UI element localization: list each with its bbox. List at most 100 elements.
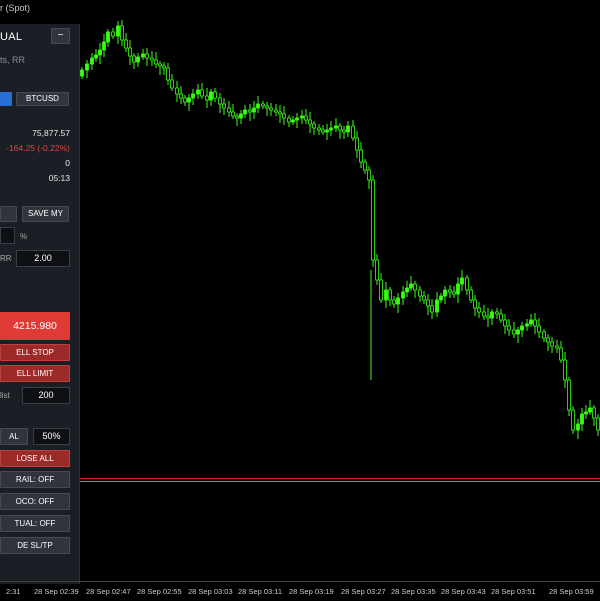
candle-body — [282, 113, 286, 119]
candle-body — [325, 129, 329, 133]
time-axis-label: 28 Sep 02:39 — [34, 587, 79, 596]
candle-body — [405, 287, 409, 293]
candle-body — [388, 289, 392, 301]
time-axis-label: 28 Sep 03:43 — [441, 587, 486, 596]
candle-body — [213, 91, 217, 99]
minimize-button[interactable]: − — [51, 28, 70, 44]
candle-body — [351, 125, 355, 139]
sell-button[interactable]: 4215.980 — [0, 312, 70, 340]
candle-body — [269, 107, 273, 111]
candle-body — [443, 289, 447, 297]
candle-body — [473, 299, 477, 309]
candle-body — [106, 31, 110, 43]
candle-body — [116, 25, 120, 37]
candle-body — [162, 65, 166, 69]
candle-body — [439, 295, 443, 301]
trailing-toggle[interactable]: RAIL: OFF — [0, 471, 70, 488]
candle-body — [278, 111, 282, 115]
candle-body — [308, 119, 312, 125]
candle-body — [359, 149, 363, 163]
candle-body — [482, 311, 486, 317]
price-value: 75,877.57 — [32, 128, 70, 138]
candle-body — [355, 137, 359, 151]
candle-body — [363, 161, 367, 171]
candle-body — [592, 407, 596, 419]
candle-body — [196, 89, 200, 95]
candle-body — [179, 93, 183, 99]
risk-input[interactable] — [0, 227, 15, 244]
time-value: 05:13 — [48, 173, 70, 183]
candle-body — [205, 95, 209, 101]
candle-body — [555, 345, 559, 349]
partial-close-button[interactable]: AL — [0, 428, 28, 445]
time-axis-label: 28 Sep 03:11 — [238, 587, 283, 596]
candle-body — [525, 323, 529, 327]
candle-body — [261, 103, 265, 107]
candle-body — [379, 279, 383, 301]
candle-body — [435, 299, 439, 313]
candle-body — [546, 337, 550, 343]
candle-body — [537, 325, 541, 333]
candle-body — [265, 105, 269, 109]
candle-body — [580, 413, 584, 425]
candle-body — [396, 297, 400, 305]
time-axis-label: 28 Sep 02:47 — [86, 587, 131, 596]
candle-body — [120, 25, 124, 41]
rr-input[interactable]: 2.00 — [16, 250, 70, 267]
candle-body — [520, 325, 524, 331]
candle-body — [252, 107, 256, 113]
distance-input[interactable]: 200 — [22, 387, 70, 404]
candle-body — [317, 127, 321, 131]
candle-body — [291, 119, 295, 123]
sell-limit-button[interactable]: ELL LIMIT — [0, 365, 70, 382]
candle-body — [98, 49, 102, 56]
candle-body — [499, 313, 503, 321]
candle-body — [248, 109, 252, 113]
sell-stop-button[interactable]: ELL STOP — [0, 344, 70, 361]
panel-title: UAL — [0, 31, 23, 43]
candle-body — [85, 63, 89, 71]
candle-body — [175, 87, 179, 95]
candle-body — [150, 57, 154, 61]
candle-body — [287, 117, 291, 123]
candle-body — [409, 283, 413, 289]
candle-body — [550, 341, 554, 347]
candle-body — [456, 283, 460, 295]
candle-body — [111, 31, 115, 37]
time-axis-label: 28 Sep 03:19 — [289, 587, 334, 596]
candle-body — [576, 423, 580, 431]
time-axis-label: 28 Sep 03:35 — [391, 587, 436, 596]
candle-body — [256, 103, 260, 109]
candle-body — [102, 41, 106, 51]
save-button[interactable]: SAVE MY — [22, 206, 69, 222]
candle-body — [235, 115, 239, 119]
time-axis-label: 28 Sep 03:03 — [188, 587, 233, 596]
blue-tab-button[interactable] — [0, 92, 12, 106]
candle-body — [187, 97, 191, 103]
candle-body — [346, 125, 350, 133]
hide-sltp-button[interactable]: DE SL/TP — [0, 537, 70, 554]
oco-toggle[interactable]: OCO: OFF — [0, 493, 70, 510]
candle-body — [422, 295, 426, 301]
candle-body — [413, 283, 417, 291]
candle-body — [588, 407, 592, 413]
candle-body — [166, 67, 170, 81]
candle-body — [191, 93, 195, 99]
candle-body — [243, 109, 247, 115]
percent-label: % — [20, 232, 28, 241]
price-chart[interactable] — [0, 0, 600, 600]
candle-body — [392, 299, 396, 305]
candle-body — [448, 289, 452, 293]
symbol-button[interactable]: BTCUSD — [16, 92, 69, 106]
candle-body — [342, 129, 346, 133]
candle-body — [542, 331, 546, 339]
candle-body — [495, 311, 499, 315]
partial-percent-input[interactable]: 50% — [33, 428, 70, 445]
candle-body — [371, 179, 375, 261]
close-all-button[interactable]: LOSE ALL — [0, 450, 70, 467]
candle-body — [222, 103, 226, 109]
left-button[interactable] — [0, 206, 17, 222]
candle-body — [90, 57, 94, 65]
candle-body — [300, 115, 304, 119]
virtual-toggle[interactable]: TUAL: OFF — [0, 515, 70, 532]
